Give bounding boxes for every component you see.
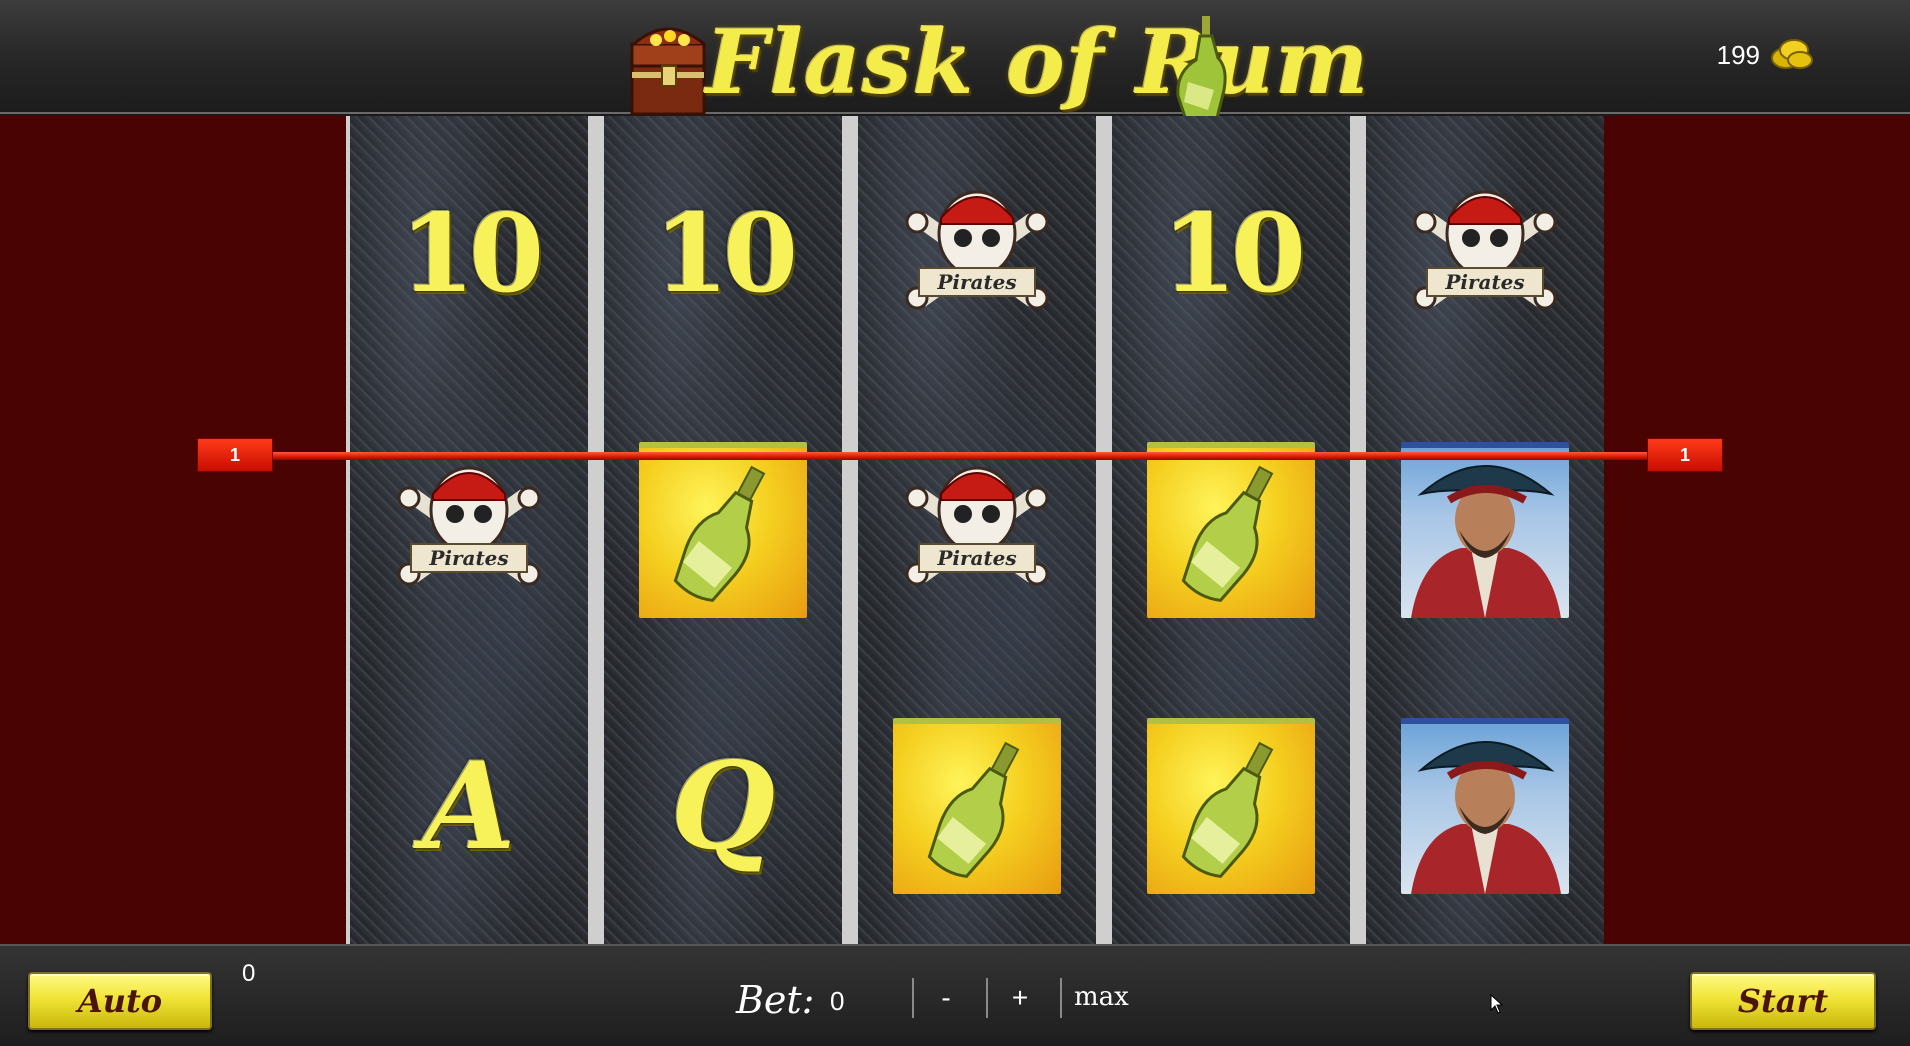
- treasure-chest-icon: [630, 27, 706, 116]
- symbol-cell: Pirates: [1366, 116, 1604, 392]
- symbol-cell: Pirates: [350, 392, 588, 668]
- pirates-skull-symbol: Pirates: [905, 466, 1049, 586]
- reel-2: 10 Q: [604, 116, 842, 944]
- reel-5: Pirates: [1366, 116, 1604, 944]
- rum-bottle-symbol: [1147, 442, 1315, 618]
- pirates-skull-symbol: Pirates: [397, 466, 541, 586]
- reel-4: 10: [1112, 116, 1350, 944]
- gold-coins-icon: [1771, 39, 1813, 69]
- symbol-cell: [858, 668, 1096, 944]
- bet-label: Bet:: [736, 978, 815, 1022]
- mouse-cursor-icon: [1490, 994, 1504, 1014]
- slot-game-window: Flask of Rum 199 10 Pirates A 10 Q Pirat…: [0, 0, 1910, 1046]
- rum-bottle-symbol: [639, 442, 807, 618]
- pirates-banner-text: Pirates: [1444, 270, 1524, 294]
- rum-bottle-icon: [1176, 16, 1227, 127]
- header-bar: Flask of Rum 199: [0, 0, 1910, 127]
- symbol-cell: Pirates: [858, 392, 1096, 668]
- payline-marker-right[interactable]: 1: [1647, 438, 1723, 472]
- bet-decrease-button[interactable]: -: [920, 980, 972, 1016]
- left-side-panel: [0, 116, 346, 944]
- bet-max-button[interactable]: max: [1074, 982, 1129, 1012]
- symbol-ace: A: [422, 735, 516, 877]
- pirates-banner-text: Pirates: [428, 546, 508, 570]
- reels-area: 10 Pirates A 10 Q Pirates Pirates 10 Pir…: [346, 116, 1604, 944]
- auto-button[interactable]: Auto: [28, 972, 212, 1030]
- symbol-cell: 10: [1112, 116, 1350, 392]
- symbol-ten: 10: [653, 191, 798, 317]
- credits-balance: 199: [1716, 40, 1760, 70]
- payline-1: [270, 452, 1650, 460]
- game-logo: Flask of Rum: [626, 6, 1369, 127]
- pirates-skull-symbol: Pirates: [1413, 190, 1557, 310]
- symbol-cell: [1366, 392, 1604, 668]
- divider: [912, 978, 914, 1018]
- pirates-banner-text: Pirates: [936, 270, 1016, 294]
- symbol-cell: A: [350, 668, 588, 944]
- bet-amount: 0: [830, 986, 845, 1016]
- symbol-cell: [1112, 668, 1350, 944]
- symbol-queen: Q: [670, 735, 776, 877]
- bet-increase-button[interactable]: +: [994, 980, 1046, 1016]
- symbol-cell: 10: [604, 116, 842, 392]
- win-amount: 0: [242, 960, 256, 987]
- pirates-skull-symbol: Pirates: [905, 190, 1049, 310]
- symbol-cell: [1366, 668, 1604, 944]
- reel-3: Pirates Pirates: [858, 116, 1096, 944]
- divider: [1060, 978, 1062, 1018]
- rum-bottle-symbol: [893, 718, 1061, 894]
- pirate-portrait-symbol: [1401, 718, 1569, 894]
- game-title: Flask of Rum: [706, 10, 1370, 114]
- symbol-cell: Q: [604, 668, 842, 944]
- pirate-portrait-symbol: [1401, 442, 1569, 618]
- start-button[interactable]: Start: [1690, 972, 1876, 1030]
- reel-1: 10 Pirates A: [350, 116, 588, 944]
- symbol-ten: 10: [1161, 191, 1306, 317]
- rum-bottle-symbol: [1147, 718, 1315, 894]
- symbol-cell: [1112, 392, 1350, 668]
- symbol-cell: [604, 392, 842, 668]
- symbol-cell: 10: [350, 116, 588, 392]
- right-side-panel: [1584, 116, 1910, 944]
- divider: [986, 978, 988, 1018]
- payline-marker-left[interactable]: 1: [197, 438, 273, 472]
- pirates-banner-text: Pirates: [936, 546, 1016, 570]
- symbol-cell: Pirates: [858, 116, 1096, 392]
- symbol-ten: 10: [399, 191, 544, 317]
